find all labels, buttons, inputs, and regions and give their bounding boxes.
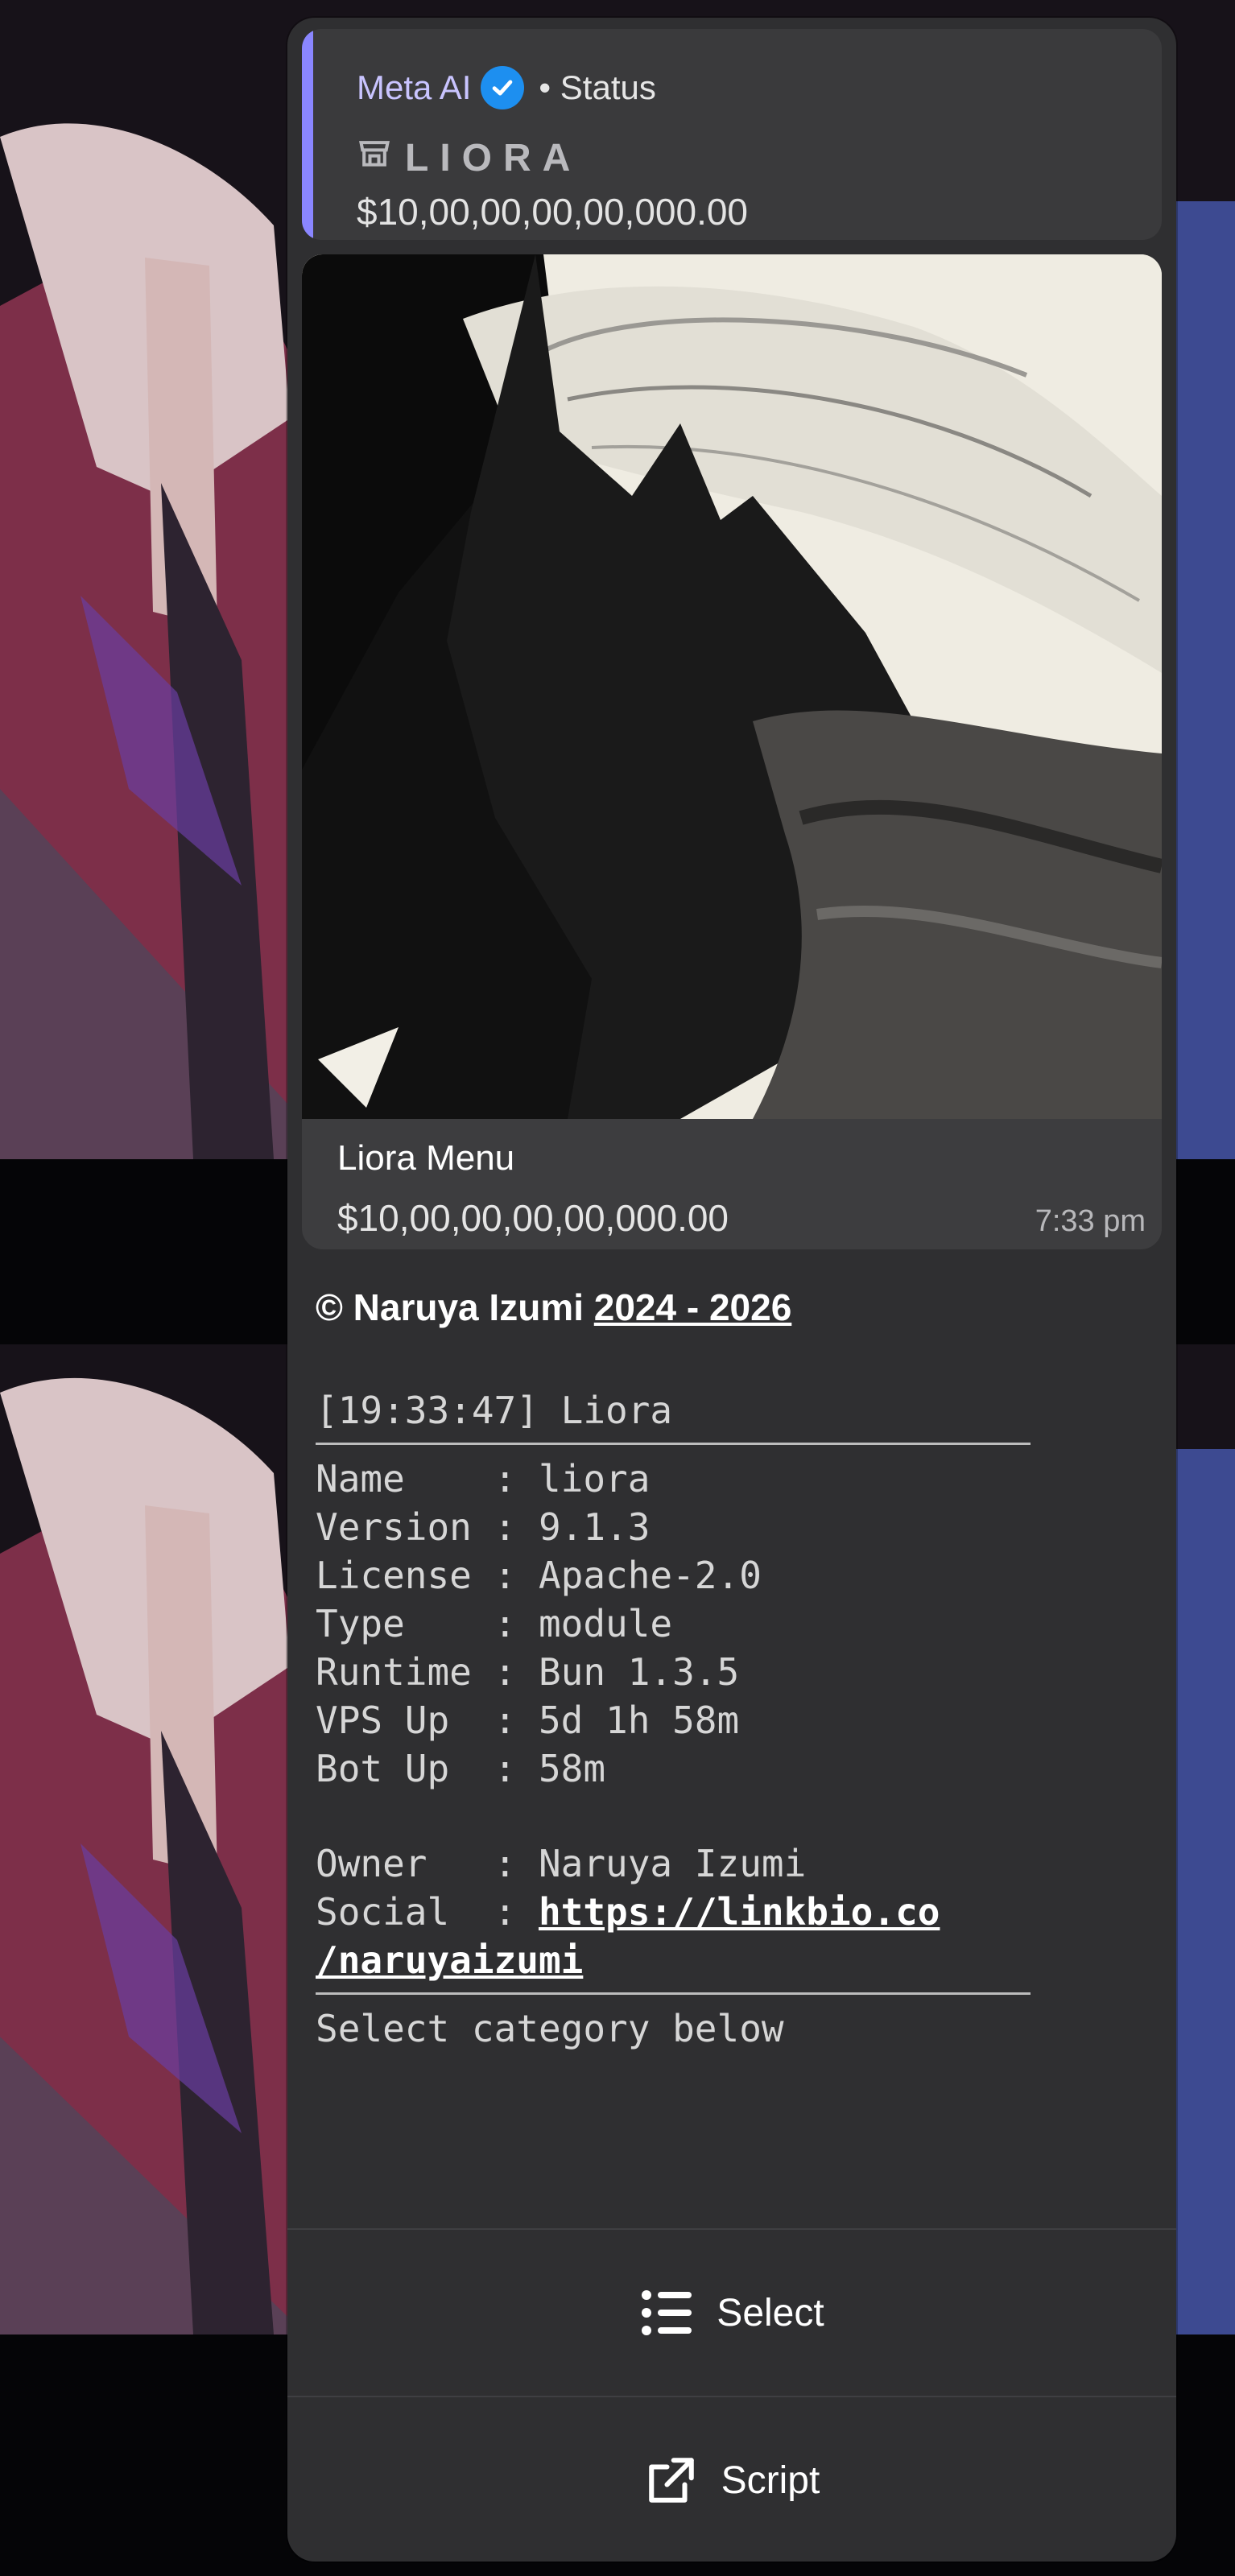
open-external-icon (644, 2453, 699, 2508)
copyright-years-link[interactable]: 2024 - 2026 (594, 1286, 792, 1328)
script-button[interactable]: Script (287, 2396, 1176, 2562)
media-caption: Liora Menu $10,00,00,00,00,000.00 7:33 p… (302, 1119, 1162, 1249)
info-social: Social : https://linkbio.co (316, 1888, 1121, 1936)
info-bot-up: Bot Up : 58m (316, 1747, 606, 1790)
info-social-cont: /naruyaizumi (316, 1936, 1121, 1984)
quote-author-name: Meta AI (357, 68, 472, 106)
message-bubble: Meta AI • Status LIORA $10,00,00,00,00,0… (287, 18, 1176, 2562)
select-button[interactable]: Select (287, 2228, 1176, 2396)
social-link[interactable]: https://linkbio.co (539, 1890, 940, 1934)
menu-image[interactable] (302, 254, 1162, 1119)
list-icon (639, 2285, 694, 2340)
quote-brand-row: LIORA (357, 135, 581, 180)
select-button-label: Select (717, 2291, 824, 2334)
quote-accent-bar (302, 29, 313, 240)
quoted-message[interactable]: Meta AI • Status LIORA $10,00,00,00,00,0… (302, 29, 1162, 240)
store-icon (357, 135, 392, 180)
info-type: Type : module (316, 1602, 673, 1645)
info-owner: Owner : Naruya Izumi (316, 1842, 807, 1885)
info-vps-up: VPS Up : 5d 1h 58m (316, 1699, 740, 1742)
copyright-prefix: © Naruya Izumi (316, 1286, 594, 1328)
terminal-divider (316, 1992, 1031, 1995)
bot-info-block: [19:33:47] Liora Name : liora Version : … (316, 1386, 1121, 2053)
social-label: Social : (316, 1890, 539, 1934)
quote-brand-name: LIORA (405, 136, 582, 180)
quote-status-label: • Status (539, 68, 656, 106)
terminal-footer: Select category below (316, 2007, 784, 2050)
info-license: License : Apache-2.0 (316, 1554, 762, 1597)
verified-badge-icon (481, 66, 525, 109)
info-name: Name : liora (316, 1457, 651, 1501)
menu-title: Liora Menu (337, 1138, 515, 1178)
terminal-divider (316, 1443, 1031, 1445)
menu-price: $10,00,00,00,00,000.00 (337, 1197, 729, 1239)
quote-author-row: Meta AI • Status (357, 66, 656, 109)
script-button-label: Script (721, 2458, 820, 2502)
message-timestamp: 7:33 pm (1035, 1204, 1146, 1238)
terminal-header: [19:33:47] Liora (316, 1389, 673, 1432)
social-link-cont[interactable]: /naruyaizumi (316, 1938, 583, 1982)
quote-price: $10,00,00,00,00,000.00 (357, 191, 749, 233)
copyright-line: © Naruya Izumi 2024 - 2026 (316, 1286, 791, 1329)
info-runtime: Runtime : Bun 1.3.5 (316, 1650, 740, 1694)
info-version: Version : 9.1.3 (316, 1505, 651, 1549)
